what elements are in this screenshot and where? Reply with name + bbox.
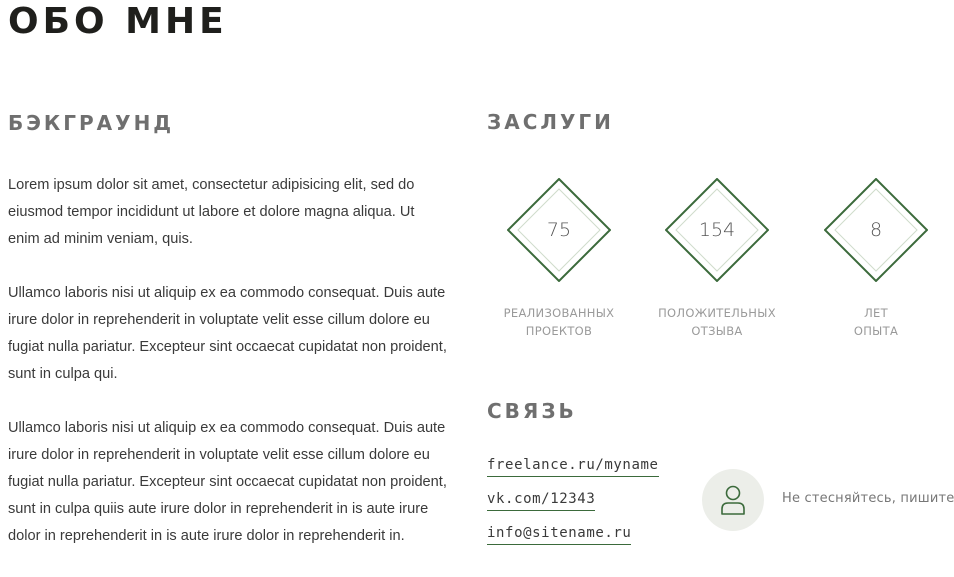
- stat-value: 154: [698, 219, 736, 241]
- stat-label-line2: ОПЫТА: [853, 324, 899, 338]
- diamond-badge: 75: [507, 178, 611, 282]
- background-paragraph-1: Lorem ipsum dolor sit amet, consectetur …: [8, 177, 415, 247]
- stat-label-line1: ПОЛОЖИТЕЛЬНЫХ: [658, 306, 776, 320]
- email-link[interactable]: info@sitename.ru: [487, 525, 632, 545]
- vk-link[interactable]: vk.com/12343: [487, 491, 596, 511]
- background-title: БЭКГРАУНД: [8, 111, 175, 135]
- avatar[interactable]: [702, 469, 764, 531]
- stat-label-line2: ОТЗЫВА: [691, 324, 743, 338]
- freelance-link[interactable]: freelance.ru/myname: [487, 457, 659, 477]
- user-icon: [721, 485, 745, 515]
- stat-experience: 8 ЛЕТ ОПЫТА: [806, 178, 946, 340]
- diamond-badge: 154: [665, 178, 769, 282]
- stat-value: 75: [546, 219, 572, 241]
- stat-label: ПОЛОЖИТЕЛЬНЫХ ОТЗЫВА: [647, 304, 787, 340]
- diamond-badge: 8: [824, 178, 928, 282]
- stat-label-line1: ЛЕТ: [864, 306, 888, 320]
- background-text: Lorem ipsum dolor sit amet, consectetur …: [8, 172, 448, 550]
- stat-label-line1: РЕАЛИЗОВАННЫХ: [503, 306, 615, 320]
- contact-title: СВЯЗЬ: [487, 399, 577, 423]
- stat-value: 8: [869, 219, 883, 241]
- merits-title: ЗАСЛУГИ: [487, 110, 614, 134]
- background-paragraph-2: Ullamco laboris nisi ut aliquip ex ea co…: [8, 285, 447, 382]
- stat-projects: 75 РЕАЛИЗОВАННЫХ ПРОЕКТОВ: [489, 178, 629, 340]
- page-title: ОБО МНЕ: [8, 1, 228, 42]
- stat-reviews: 154 ПОЛОЖИТЕЛЬНЫХ ОТЗЫВА: [647, 178, 787, 340]
- stat-label-line2: ПРОЕКТОВ: [525, 324, 593, 338]
- stat-label: ЛЕТ ОПЫТА: [806, 304, 946, 340]
- background-paragraph-3: Ullamco laboris nisi ut aliquip ex ea co…: [8, 420, 447, 544]
- contact-note: Не стесняйтесь, пишите: [782, 491, 954, 506]
- stat-label: РЕАЛИЗОВАННЫХ ПРОЕКТОВ: [489, 304, 629, 340]
